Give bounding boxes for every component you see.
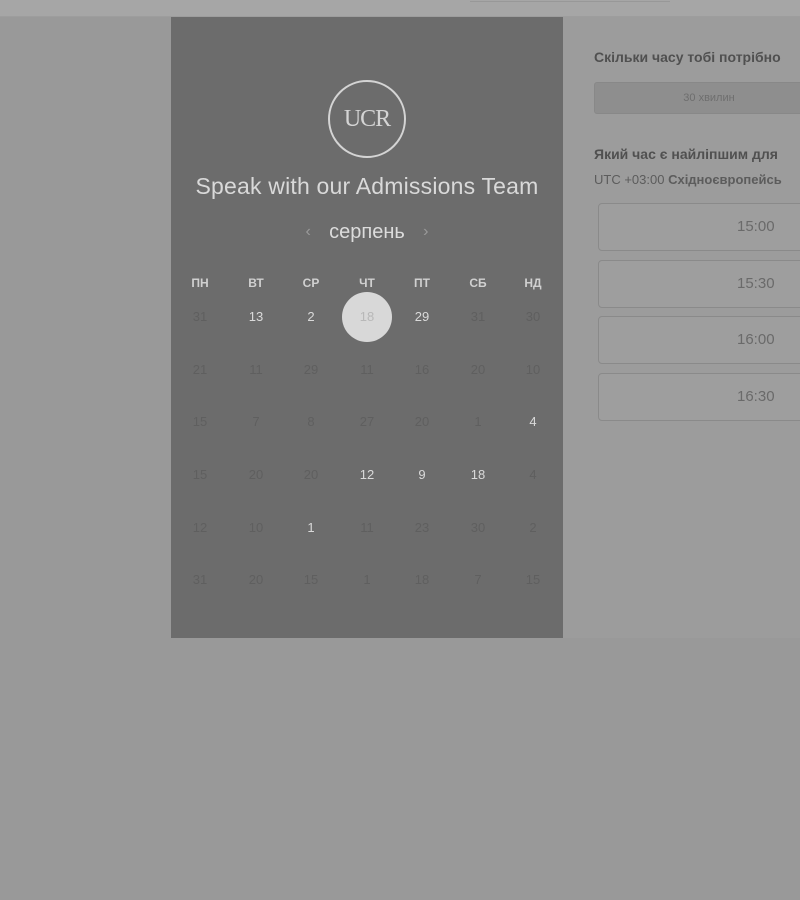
calendar-day: 4 xyxy=(529,467,537,482)
calendar-day: 11 xyxy=(249,362,263,377)
calendar-day[interactable]: 18 xyxy=(456,465,500,485)
calendar-day[interactable]: 2 xyxy=(289,307,333,327)
calendar-day[interactable]: 12 xyxy=(345,465,389,485)
calendar-day: 20 xyxy=(470,362,486,377)
timezone-name: Східноєвропейсь xyxy=(668,172,782,187)
timezone-offset: UTC +03:00 xyxy=(594,172,665,187)
duration-button[interactable]: 30 хвилин xyxy=(594,82,800,114)
calendar-day[interactable]: 29 xyxy=(400,307,444,327)
left-margin xyxy=(0,17,171,638)
page-lower-area xyxy=(0,639,800,900)
calendar-day: 21 xyxy=(192,362,208,377)
calendar-grid: 31 13 2 18 29 31 30 21 11 29 11 16 20 10 15 7 8 27 20 1 4 15 2… xyxy=(171,17,563,638)
calendar-day: 7 xyxy=(474,572,482,587)
calendar-day: 20 xyxy=(248,572,264,587)
timezone-label: UTC +03:00 Східноєвропейсь xyxy=(594,172,782,187)
time-slot-button[interactable]: 15:30 xyxy=(598,260,800,308)
calendar-day: 10 xyxy=(525,362,541,377)
duration-question: Скільки часу тобі потрібно xyxy=(594,49,781,65)
top-bar xyxy=(0,0,800,17)
booking-pane: Скільки часу тобі потрібно 30 хвилин Яки… xyxy=(563,17,800,638)
calendar-day: 7 xyxy=(252,414,260,429)
calendar-day: 10 xyxy=(248,520,264,535)
calendar-day: 15 xyxy=(192,414,208,429)
time-question: Який час є найліпшим для xyxy=(594,146,778,162)
calendar-day: 15 xyxy=(192,467,208,482)
calendar-day[interactable]: 9 xyxy=(400,465,444,485)
calendar-day: 2 xyxy=(529,520,537,535)
calendar-day: 12 xyxy=(192,520,208,535)
calendar-day: 31 xyxy=(192,572,208,587)
calendar-day: 20 xyxy=(414,414,430,429)
calendar-day: 8 xyxy=(307,414,315,429)
calendar-day: 30 xyxy=(470,520,486,535)
time-slot-button[interactable]: 15:00 xyxy=(598,203,800,251)
calendar-day[interactable]: 1 xyxy=(289,518,333,538)
calendar-day: 23 xyxy=(414,520,430,535)
calendar-day: 11 xyxy=(360,362,374,377)
calendar-day: 18 xyxy=(414,572,430,587)
calendar-day: 11 xyxy=(360,520,374,535)
calendar-day: 1 xyxy=(474,414,482,429)
calendar-day: 1 xyxy=(363,572,371,587)
calendar-day[interactable]: 13 xyxy=(234,307,278,327)
calendar-day: 29 xyxy=(303,362,319,377)
calendar-day: 16 xyxy=(414,362,430,377)
time-slot-button[interactable]: 16:30 xyxy=(598,373,800,421)
calendar-day: 30 xyxy=(525,309,541,324)
calendar-day: 27 xyxy=(359,414,375,429)
calendar-day: 31 xyxy=(470,309,486,324)
calendar-day: 15 xyxy=(303,572,319,587)
calendar-day-selected[interactable]: 18 xyxy=(342,292,392,342)
calendar-day: 20 xyxy=(303,467,319,482)
calendar-day: 20 xyxy=(248,467,264,482)
calendar-day: 31 xyxy=(192,309,208,324)
calendar-day[interactable]: 4 xyxy=(511,412,555,432)
top-divider xyxy=(470,0,670,2)
calendar-day: 15 xyxy=(525,572,541,587)
time-slot-button[interactable]: 16:00 xyxy=(598,316,800,364)
calendar-panel: UCR Speak with our Admissions Team ‹ сер… xyxy=(171,17,563,638)
